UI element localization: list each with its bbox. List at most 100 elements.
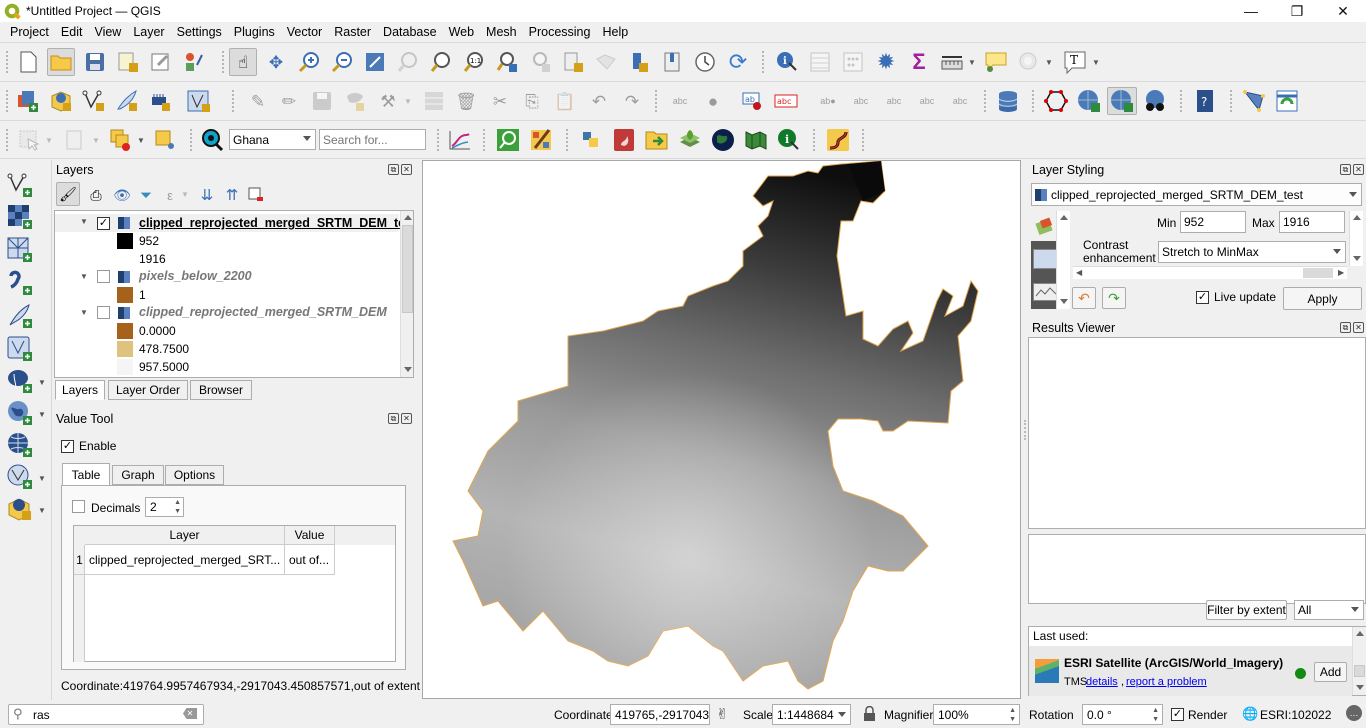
tab-layers[interactable]: Layers [55, 380, 105, 400]
float-panel-icon[interactable]: ⧉ [388, 413, 399, 424]
filter-legend-icon[interactable]: ⏷ [133, 182, 159, 208]
menu-plugins[interactable]: Plugins [228, 25, 281, 39]
paste-features-icon[interactable]: 📋 [552, 88, 578, 114]
add-spatialite-layer-icon[interactable] [7, 303, 33, 329]
layers-scrollbar[interactable] [400, 211, 413, 377]
add-wfs-dropdown[interactable]: ▼ [38, 474, 46, 483]
toolbar-grip[interactable] [1230, 90, 1233, 112]
identify-plus-icon[interactable]: i [776, 127, 802, 153]
show-bookmarks-icon[interactable] [593, 49, 619, 75]
add-service-button[interactable]: Add [1314, 662, 1347, 682]
last-used-scrollbar[interactable] [1352, 627, 1366, 695]
tab-browser[interactable]: Browser [190, 380, 252, 400]
restore-button[interactable]: ❐ [1274, 0, 1320, 22]
filter-by-extent-button[interactable]: Filter by extent [1206, 600, 1287, 620]
messages-icon[interactable]: … [1346, 705, 1362, 721]
styling-v-scrollbar[interactable] [1349, 211, 1363, 266]
color-picker-icon[interactable] [528, 127, 554, 153]
plugin-red-icon[interactable] [611, 127, 637, 153]
toggle-editing-icon[interactable]: ✏ [276, 88, 302, 114]
expand-arrow-icon[interactable]: ▼ [80, 308, 88, 317]
globe-icon[interactable] [710, 127, 736, 153]
quickmapservices-icon[interactable] [1076, 88, 1102, 114]
zoom-native-icon[interactable]: 1:1 [461, 49, 487, 75]
menu-mesh[interactable]: Mesh [480, 25, 523, 39]
spin-arrows-icon[interactable]: ▲ ▼ [1152, 706, 1159, 724]
processing-toolbox-icon[interactable]: ✹ [873, 49, 899, 75]
select-features-icon[interactable] [16, 127, 42, 153]
add-wfs-layer-icon[interactable] [7, 464, 33, 490]
undo-icon[interactable]: ↶ [586, 88, 612, 114]
zoom-to-selection-icon[interactable] [395, 49, 421, 75]
menu-settings[interactable]: Settings [171, 25, 228, 39]
redo-style-button[interactable]: ↷ [1102, 287, 1126, 309]
layout-manager-icon[interactable] [148, 49, 174, 75]
add-db-layer-dropdown[interactable]: ▼ [38, 378, 46, 387]
toolbar-grip[interactable] [1180, 90, 1183, 112]
measure-dropdown[interactable]: ▼ [968, 58, 976, 67]
layer-labeling-icon[interactable]: ab [740, 88, 766, 114]
max-input[interactable]: 1916 [1279, 211, 1345, 233]
toolbar-grip[interactable] [222, 51, 225, 73]
add-group-icon[interactable]: ⎙ [83, 182, 109, 208]
add-arcgis-dropdown[interactable]: ▼ [38, 506, 46, 515]
open-project-icon[interactable] [47, 48, 75, 76]
pan-icon[interactable]: ☝ [229, 48, 257, 76]
layer-name[interactable]: clipped_reprojected_merged_SRTM_DEM [139, 305, 387, 319]
qgis-search-icon[interactable] [495, 127, 521, 153]
new-temporary-layer-icon[interactable] [114, 88, 140, 114]
add-wms-layer-icon[interactable] [7, 400, 33, 426]
crs-globe-icon[interactable]: 🌐 [1242, 706, 1258, 722]
layers-stack-icon[interactable] [677, 127, 703, 153]
data-source-manager-icon[interactable] [15, 88, 41, 114]
rotation-spinbox[interactable]: 0.0 ° ▲ ▼ [1082, 704, 1163, 725]
cut-features-icon[interactable]: ✂ [487, 88, 513, 114]
new-mesh-layer-icon[interactable] [186, 88, 212, 114]
menu-help[interactable]: Help [596, 25, 634, 39]
live-update-row[interactable]: ✓ Live update [1196, 290, 1276, 304]
zoom-in-icon[interactable] [296, 49, 322, 75]
table-cell-value[interactable]: out of... [285, 545, 335, 575]
vectorbender-icon[interactable] [825, 127, 851, 153]
map-canvas[interactable] [422, 160, 1021, 699]
styling-h-scrollbar[interactable]: ◀ ▶ [1073, 266, 1347, 279]
add-postgis-layer-icon[interactable] [7, 368, 33, 394]
lock-scale-icon[interactable] [864, 705, 875, 721]
open-attribute-table-icon[interactable] [807, 49, 833, 75]
add-vector-layer-icon[interactable] [7, 172, 33, 198]
scale-combo[interactable]: 1:1448684 [772, 704, 851, 725]
menu-raster[interactable]: Raster [328, 25, 377, 39]
add-virtual-layer-icon[interactable] [7, 336, 33, 362]
layer-visibility-checkbox[interactable] [97, 306, 110, 319]
float-panel-icon[interactable]: ⧉ [1340, 164, 1351, 175]
statistics-icon[interactable]: Σ [906, 49, 932, 75]
map-swipe-icon[interactable] [743, 127, 769, 153]
refresh-table-icon[interactable] [1274, 88, 1300, 114]
column-header-layer[interactable]: Layer [85, 526, 285, 545]
locator-bar[interactable]: ⚲ ras ✕ [8, 704, 204, 725]
close-panel-icon[interactable]: ✕ [401, 164, 412, 175]
change-label-icon[interactable]: abc [947, 88, 973, 114]
add-arcgis-layer-icon[interactable] [7, 496, 33, 522]
show-spatial-bookmarks-icon[interactable] [659, 49, 685, 75]
layer-visibility-checkbox[interactable]: ✓ [97, 217, 110, 230]
expand-arrow-icon[interactable]: ▼ [80, 272, 88, 281]
deselect-dropdown[interactable]: ▼ [92, 136, 100, 145]
minimize-button[interactable]: — [1228, 0, 1274, 22]
new-project-icon[interactable] [15, 49, 41, 75]
render-checkbox[interactable]: ✓ [1171, 708, 1184, 721]
collapse-all-icon[interactable]: ⇈ [219, 182, 245, 208]
layer-visibility-checkbox[interactable] [97, 270, 110, 283]
save-edits-icon[interactable] [309, 88, 335, 114]
tab-graph[interactable]: Graph [112, 465, 164, 485]
zoom-full-icon[interactable] [362, 49, 388, 75]
contrast-enhancement-combo[interactable]: Stretch to MinMax [1158, 241, 1346, 263]
help-icon[interactable]: ? [1192, 88, 1218, 114]
copy-features-icon[interactable]: ⎘ [519, 88, 545, 114]
expand-arrow-icon[interactable]: ▼ [80, 217, 88, 226]
float-panel-icon[interactable]: ⧉ [388, 164, 399, 175]
menu-project[interactable]: Project [4, 25, 55, 39]
add-raster-layer-icon[interactable] [7, 204, 33, 230]
apply-button[interactable]: Apply [1283, 287, 1362, 310]
rotate-label-icon[interactable]: abc [914, 88, 940, 114]
